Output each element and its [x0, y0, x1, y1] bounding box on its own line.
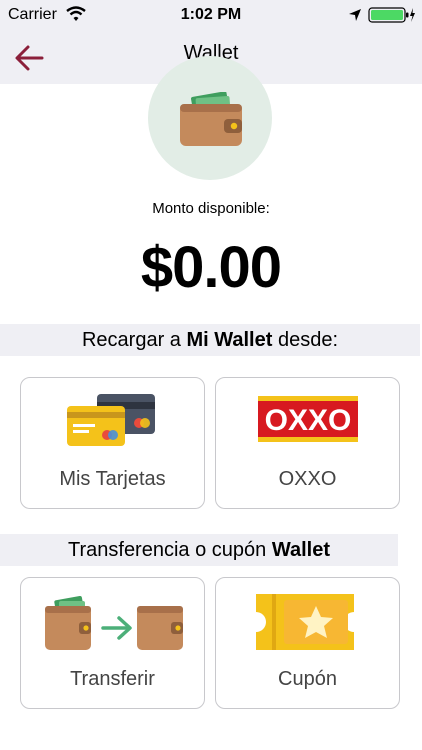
wallet-transfer-icon: [45, 595, 183, 650]
wallet-icon: [180, 92, 242, 146]
my-cards-button[interactable]: Mis Tarjetas: [20, 377, 205, 509]
coupon-label: Cupón: [278, 668, 337, 690]
transfer-button[interactable]: Transferir: [20, 577, 205, 709]
balance-amount: $0.00: [140, 235, 282, 300]
credit-cards-icon: [67, 394, 155, 446]
transfer-label: Transferir: [70, 668, 155, 690]
location-arrow-icon: [348, 8, 362, 27]
recharge-section-header: Recargar a Mi Wallet desde:: [0, 324, 420, 356]
oxxo-logo-icon: OXXO: [258, 396, 358, 442]
svg-text:OXXO: OXXO: [265, 404, 352, 437]
wallet-illustration: [148, 56, 272, 180]
transfer-section-header: Transferencia o cupón Wallet: [0, 534, 398, 566]
my-cards-label: Mis Tarjetas: [59, 468, 166, 490]
coupon-button[interactable]: Cupón: [215, 577, 400, 709]
coupon-ticket-icon: [256, 594, 354, 650]
status-bar: Carrier 1:02 PM: [0, 0, 422, 32]
oxxo-button[interactable]: OXXO OXXO: [215, 377, 400, 509]
battery-icon: [368, 6, 416, 29]
balance-label: Monto disponible:: [152, 200, 270, 217]
oxxo-label: OXXO: [278, 468, 337, 490]
